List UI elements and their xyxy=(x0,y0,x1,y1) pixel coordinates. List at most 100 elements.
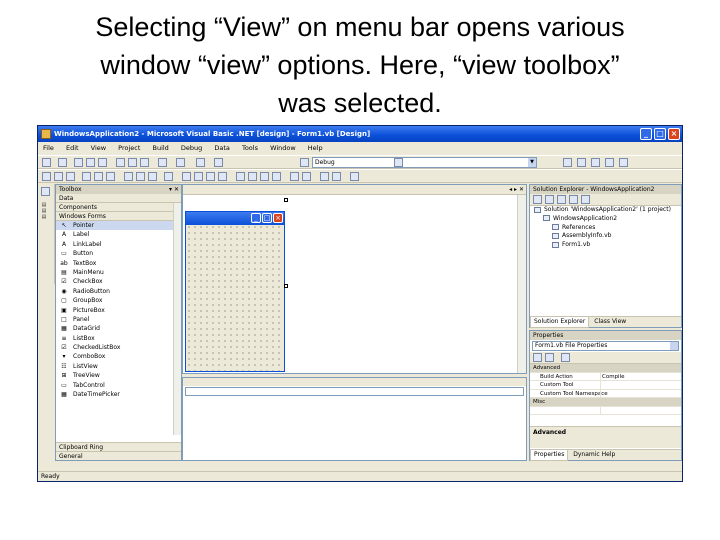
resize-handle-top[interactable] xyxy=(284,198,288,202)
tab-properties[interactable]: Properties xyxy=(530,450,569,461)
toolbox-item[interactable]: ▦ DataGrid xyxy=(56,324,181,333)
toolbox-item[interactable]: ▣ PictureBox xyxy=(56,306,181,315)
show-all-files-icon[interactable] xyxy=(569,195,578,204)
center-vertically-icon[interactable] xyxy=(302,172,311,181)
window-titlebar[interactable]: WindowsApplication2 - Microsoft Visual B… xyxy=(38,126,682,142)
toolbox-item[interactable]: ☷ ListView xyxy=(56,362,181,371)
toolbox-item[interactable]: □ Panel xyxy=(56,315,181,324)
find-icon[interactable] xyxy=(394,158,403,167)
maximize-icon[interactable]: □ xyxy=(654,128,666,140)
toolbox-item[interactable]: ▦ DateTimePicker xyxy=(56,390,181,399)
save-all-icon[interactable] xyxy=(98,158,107,167)
menu-tools[interactable]: Tools xyxy=(237,142,263,155)
toolbox-item[interactable]: ▭ Button xyxy=(56,249,181,258)
tree-node[interactable]: AssemblyInfo.vb xyxy=(530,232,681,241)
start-icon[interactable] xyxy=(300,158,309,167)
navigate-forward-icon[interactable] xyxy=(214,158,223,167)
options-icon[interactable] xyxy=(619,158,628,167)
align-middle-icon[interactable] xyxy=(94,172,103,181)
property-category[interactable]: Misc xyxy=(530,398,681,407)
save-icon[interactable] xyxy=(86,158,95,167)
h-spacing-equal-icon[interactable] xyxy=(182,172,191,181)
tree-node[interactable]: References xyxy=(530,224,681,233)
toolbox-side-tab-icon[interactable]: ▤▤▤ xyxy=(41,202,47,220)
property-category[interactable]: Advanced xyxy=(530,364,681,373)
same-height-icon[interactable] xyxy=(136,172,145,181)
align-to-grid-icon[interactable] xyxy=(164,172,173,181)
menu-view[interactable]: View xyxy=(86,142,111,155)
solution-explorer-header[interactable]: Solution Explorer - WindowsApplication2 xyxy=(530,185,681,194)
solution-config-combo[interactable]: Debug ▼ xyxy=(312,157,537,168)
toolbox-category-clipboard-ring[interactable]: Clipboard Ring xyxy=(56,442,181,451)
tree-node[interactable]: Form1.vb xyxy=(530,241,681,250)
toolbox-item[interactable]: ◉ RadioButton xyxy=(56,287,181,296)
same-width-icon[interactable] xyxy=(124,172,133,181)
toolbox-item[interactable]: ≡ ListBox xyxy=(56,334,181,343)
alphabetical-icon[interactable] xyxy=(545,353,554,362)
toolbox-item[interactable]: ▭ TabControl xyxy=(56,381,181,390)
properties-object-combo[interactable]: Form1.vb File Properties xyxy=(532,341,679,351)
toolbox-icon[interactable] xyxy=(605,158,614,167)
output-header[interactable] xyxy=(183,378,526,386)
copy-icon[interactable] xyxy=(128,158,137,167)
properties-header[interactable]: Properties xyxy=(530,331,681,340)
center-horizontally-icon[interactable] xyxy=(290,172,299,181)
property-row[interactable]: Custom Tool xyxy=(530,381,681,390)
minimize-icon[interactable]: _ xyxy=(640,128,652,140)
toolbox-item[interactable]: ab TextBox xyxy=(56,259,181,268)
resize-handle-right[interactable] xyxy=(284,284,288,288)
menu-debug[interactable]: Debug xyxy=(176,142,207,155)
tree-node[interactable]: Solution 'WindowsApplication2' (1 projec… xyxy=(530,206,681,215)
solution-explorer-icon[interactable] xyxy=(563,158,572,167)
toolbox-item[interactable]: ⊞ TreeView xyxy=(56,371,181,380)
menu-project[interactable]: Project xyxy=(113,142,145,155)
refresh-icon[interactable] xyxy=(557,195,566,204)
toolbox-item[interactable]: ▾ ComboBox xyxy=(56,352,181,361)
same-size-icon[interactable] xyxy=(148,172,157,181)
toolbox-category-windows-forms[interactable]: Windows Forms xyxy=(56,212,181,221)
object-browser-icon[interactable] xyxy=(591,158,600,167)
redo-icon[interactable] xyxy=(176,158,185,167)
align-center-icon[interactable] xyxy=(54,172,63,181)
toolbox-item[interactable]: A LinkLabel xyxy=(56,240,181,249)
view-designer-icon[interactable] xyxy=(545,195,554,204)
tab-solution-explorer[interactable]: Solution Explorer xyxy=(530,317,590,328)
output-source-combo[interactable] xyxy=(185,387,524,396)
align-right-icon[interactable] xyxy=(66,172,75,181)
property-row[interactable]: Build Action Compile xyxy=(530,372,681,382)
lock-controls-icon[interactable] xyxy=(350,172,359,181)
menu-build[interactable]: Build xyxy=(147,142,173,155)
menu-edit[interactable]: Edit xyxy=(61,142,84,155)
server-explorer-icon[interactable] xyxy=(41,187,50,196)
property-value[interactable]: Compile xyxy=(602,373,625,382)
form1-design-surface[interactable]: _ □ × xyxy=(185,211,285,372)
menu-help[interactable]: Help xyxy=(303,142,328,155)
toolbox-close-icon[interactable]: ▾ ✕ xyxy=(169,185,179,194)
menu-data[interactable]: Data xyxy=(209,142,235,155)
toolbox-header[interactable]: Toolbox ▾ ✕ xyxy=(56,185,181,194)
align-bottom-icon[interactable] xyxy=(106,172,115,181)
send-to-back-icon[interactable] xyxy=(332,172,341,181)
menu-file[interactable]: File xyxy=(38,142,59,155)
undo-icon[interactable] xyxy=(158,158,167,167)
toolbox-scrollbar[interactable] xyxy=(173,203,181,435)
designer-close-icon[interactable]: ◂ ▸ ✕ xyxy=(509,186,524,193)
view-code-icon[interactable] xyxy=(533,195,542,204)
new-project-icon[interactable] xyxy=(42,158,51,167)
toolbox-category-general[interactable]: General xyxy=(56,451,181,460)
toolbox-item[interactable]: ☑ CheckedListBox xyxy=(56,343,181,352)
v-spacing-equal-icon[interactable] xyxy=(236,172,245,181)
toolbox-item[interactable]: ☑ CheckBox xyxy=(56,277,181,286)
tree-node[interactable]: WindowsApplication2 xyxy=(530,215,681,224)
toolbox-category-data[interactable]: Data xyxy=(56,194,181,203)
h-spacing-remove-icon[interactable] xyxy=(218,172,227,181)
align-left-icon[interactable] xyxy=(42,172,51,181)
bring-to-front-icon[interactable] xyxy=(320,172,329,181)
add-item-icon[interactable] xyxy=(58,158,67,167)
toolbox-item[interactable]: ▤ MainMenu xyxy=(56,268,181,277)
align-top-icon[interactable] xyxy=(82,172,91,181)
h-spacing-decrease-icon[interactable] xyxy=(206,172,215,181)
categorized-icon[interactable] xyxy=(533,353,542,362)
menu-window[interactable]: Window xyxy=(265,142,301,155)
toolbox-item[interactable]: ↖ Pointer xyxy=(56,221,181,231)
